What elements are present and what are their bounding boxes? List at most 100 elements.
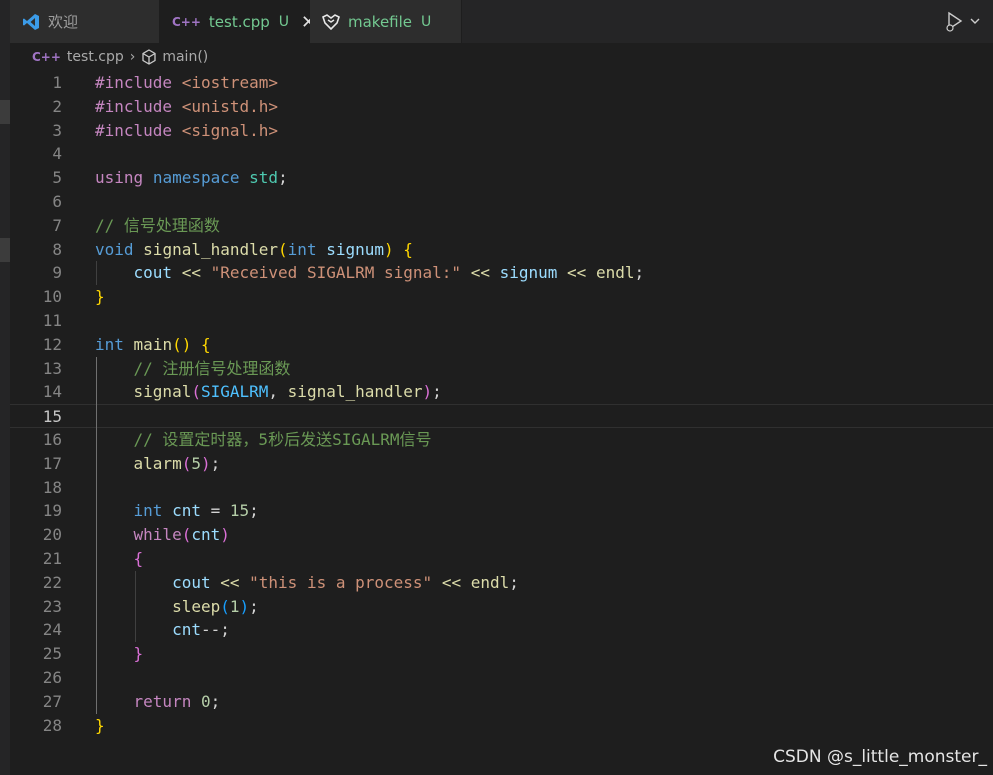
line-number: 17 bbox=[42, 453, 62, 473]
code-text: } bbox=[95, 285, 105, 309]
code-token: namespace bbox=[152, 168, 240, 188]
code-line[interactable]: 7 // 信号处理函数 bbox=[10, 214, 993, 238]
code-line[interactable]: 23 sleep(1); bbox=[10, 595, 993, 619]
code-token: { bbox=[403, 239, 413, 259]
code-token: #include bbox=[95, 73, 182, 92]
run-debug-button[interactable] bbox=[944, 10, 981, 32]
breadcrumb: C++ test.cpp › main() bbox=[10, 43, 993, 71]
cpp-file-icon: C++ bbox=[32, 50, 61, 64]
code-line[interactable]: 4 bbox=[10, 142, 993, 166]
code-line[interactable]: 21 { bbox=[10, 547, 993, 571]
breadcrumb-symbol[interactable]: main() bbox=[162, 49, 208, 65]
code-token: cnt bbox=[172, 501, 201, 521]
code-token: { bbox=[200, 334, 211, 354]
watermark: CSDN @s_little_monster_ bbox=[773, 747, 987, 767]
tab-welcome[interactable]: 欢迎 bbox=[10, 0, 160, 43]
line-number: 15 bbox=[42, 407, 62, 427]
code-token: << bbox=[567, 263, 587, 283]
code-token: int bbox=[287, 239, 317, 259]
vscode-logo-icon bbox=[22, 13, 40, 31]
method-cube-icon bbox=[142, 49, 156, 65]
code-token: ; bbox=[210, 691, 221, 711]
code-text: { bbox=[95, 547, 144, 571]
code-text: #include <signal.h> bbox=[95, 119, 278, 143]
code-line[interactable]: 13 // 注册信号处理函数 bbox=[10, 357, 993, 381]
code-text: cout << "this is a process" << endl; bbox=[95, 571, 519, 595]
code-token: "this is a process" bbox=[249, 572, 433, 592]
code-line[interactable]: 5 using namespace std; bbox=[10, 166, 993, 190]
code-token: return bbox=[133, 691, 192, 711]
code-text: using namespace std; bbox=[95, 166, 288, 190]
code-token: signal_handler bbox=[143, 239, 279, 259]
code-line[interactable]: 14 signal(SIGALRM, signal_handler); bbox=[10, 380, 993, 404]
code-line[interactable]: 10} bbox=[10, 285, 993, 309]
code-token: ; bbox=[634, 263, 645, 283]
tab-label: 欢迎 bbox=[48, 13, 79, 31]
line-number: 28 bbox=[42, 715, 62, 735]
code-line[interactable]: 6 bbox=[10, 190, 993, 214]
code-token: ) bbox=[220, 525, 230, 545]
code-token: #include bbox=[95, 96, 182, 116]
code-line[interactable]: 28} bbox=[10, 714, 993, 738]
code-line[interactable]: 16 // 设置定时器，5秒后发送SIGALRM信号 bbox=[10, 428, 993, 452]
line-number: 19 bbox=[42, 501, 62, 521]
chevron-down-icon bbox=[970, 18, 980, 24]
code-token: std bbox=[249, 168, 279, 188]
code-line[interactable]: 12 int main() { bbox=[10, 333, 993, 357]
code-line[interactable]: 17 alarm(5); bbox=[10, 452, 993, 476]
code-line[interactable]: 8 void signal_handler(int signum) { bbox=[10, 238, 993, 262]
code-text: #include <iostream> bbox=[95, 71, 278, 95]
code-token: () bbox=[172, 334, 192, 354]
code-token: { bbox=[133, 549, 144, 568]
code-line[interactable]: 19 int cnt = 15; bbox=[10, 499, 993, 523]
code-token: cnt bbox=[172, 620, 201, 640]
code-token: signal bbox=[133, 382, 192, 402]
code-line[interactable]: 22 cout << "this is a process" << endl; bbox=[10, 571, 993, 595]
code-token: signum bbox=[499, 263, 558, 283]
code-editor[interactable]: 1 #include <iostream> 2 #include <unistd.h>… bbox=[10, 71, 993, 775]
breadcrumb-file[interactable]: test.cpp bbox=[67, 49, 124, 65]
code-line[interactable]: 27 return 0; bbox=[10, 690, 993, 714]
code-line[interactable]: 9 cout << "Received SIGALRM signal:" << … bbox=[10, 261, 993, 285]
code-token: main bbox=[133, 334, 173, 354]
activity-bar-edge bbox=[0, 0, 10, 775]
code-token: int bbox=[95, 334, 124, 354]
tab-makefile[interactable]: makefile U bbox=[310, 0, 462, 43]
code-text: cnt--; bbox=[95, 618, 230, 642]
code-line[interactable]: 1 #include <iostream> bbox=[10, 71, 993, 95]
code-token: using bbox=[95, 168, 144, 188]
code-line[interactable]: 18 bbox=[10, 476, 993, 500]
line-number: 18 bbox=[42, 477, 62, 497]
code-token: 5 bbox=[191, 453, 201, 473]
code-token: ; bbox=[249, 596, 259, 616]
line-number: 6 bbox=[52, 192, 62, 211]
tab-test-cpp[interactable]: C++ test.cpp U ✕ bbox=[160, 0, 316, 43]
code-line[interactable]: 2 #include <unistd.h> bbox=[10, 95, 993, 119]
code-line[interactable]: 3 #include <signal.h> bbox=[10, 119, 993, 143]
code-text: // 信号处理函数 bbox=[95, 214, 220, 238]
code-line[interactable]: 25 } bbox=[10, 642, 993, 666]
activity-marker bbox=[0, 238, 10, 262]
line-number: 22 bbox=[42, 572, 62, 592]
code-line[interactable]: 24 cnt--; bbox=[10, 618, 993, 642]
code-line[interactable]: 26 bbox=[10, 666, 993, 690]
code-line[interactable]: 20 while(cnt) bbox=[10, 523, 993, 547]
code-token: // 注册信号处理函数 bbox=[133, 358, 291, 378]
code-token: << bbox=[181, 263, 201, 283]
code-line[interactable]: 11 bbox=[10, 309, 993, 333]
code-token: int bbox=[133, 501, 163, 521]
code-line[interactable]: 15 bbox=[10, 404, 993, 428]
code-text: sleep(1); bbox=[95, 595, 259, 619]
code-token: ) bbox=[200, 453, 211, 473]
line-number: 24 bbox=[42, 620, 62, 640]
